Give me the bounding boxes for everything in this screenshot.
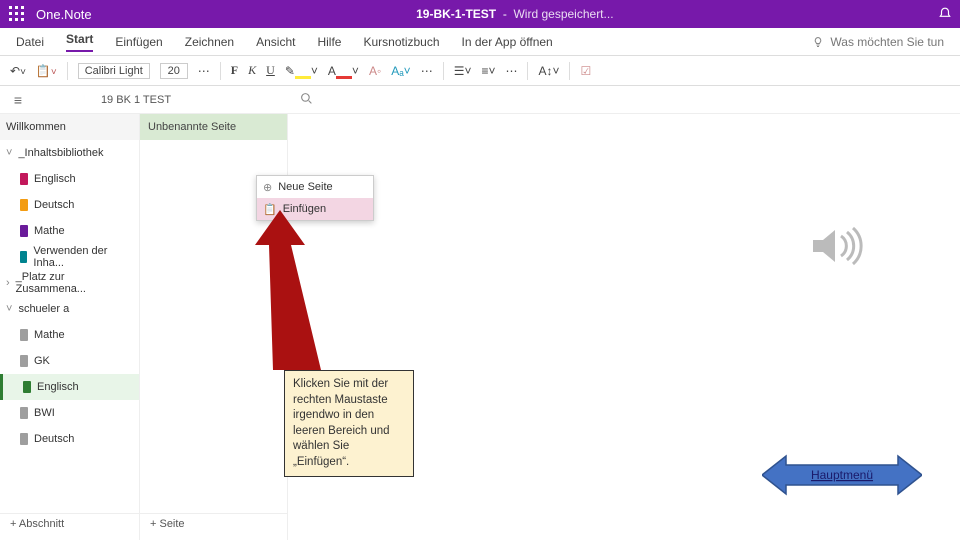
tab-view[interactable]: Ansicht: [256, 35, 295, 49]
add-page-button[interactable]: + Seite: [140, 513, 288, 534]
ctx-new-page[interactable]: ⊕ Neue Seite: [257, 176, 373, 198]
ribbon: ↶˅ 📋˅ Calibri Light 20 ⋯ F K U ✎˅ A˅ A◦ …: [0, 56, 960, 86]
save-status: Wird gespeichert...: [513, 7, 613, 21]
bullets-button[interactable]: ☰˅: [454, 64, 472, 78]
italic-button[interactable]: K: [248, 63, 256, 78]
section-student-a[interactable]: ˅schueler a: [0, 296, 139, 322]
notebook-title[interactable]: 19 BK 1 TEST: [36, 94, 236, 106]
lightbulb-icon: [812, 36, 824, 48]
annotation-arrow-icon: [255, 210, 335, 380]
plus-icon: ⊕: [263, 181, 272, 194]
app-launcher-icon[interactable]: [8, 5, 26, 23]
tab-home[interactable]: Start: [66, 32, 93, 52]
section-list: Willkommen ˅_Inhaltsbibliothek Englisch …: [0, 114, 140, 540]
text-styles-button[interactable]: Aₐ˅: [391, 64, 410, 78]
font-name[interactable]: Calibri Light: [78, 63, 150, 79]
tab-help[interactable]: Hilfe: [317, 35, 341, 49]
section-german[interactable]: Deutsch: [0, 192, 139, 218]
mainmenu-nav-button[interactable]: Hauptmenü: [762, 452, 922, 498]
app-name: One.Note: [36, 7, 92, 22]
notification-icon[interactable]: [938, 7, 952, 21]
tab-file[interactable]: Datei: [16, 35, 44, 49]
tag-button[interactable]: ☑: [580, 64, 591, 78]
section-s-english[interactable]: Englisch: [0, 374, 139, 400]
section-math[interactable]: Mathe: [0, 218, 139, 244]
search-icon: [300, 92, 313, 105]
clear-format-button[interactable]: A◦: [369, 64, 381, 78]
section-use-content[interactable]: Verwenden der Inha...: [0, 244, 139, 270]
numbering-button[interactable]: ≡˅: [481, 64, 495, 78]
section-s-bwi[interactable]: BWI: [0, 400, 139, 426]
paste-button[interactable]: 📋˅: [36, 64, 57, 78]
instruction-callout: Klicken Sie mit der rechten Maustaste ir…: [284, 370, 414, 477]
font-color-button[interactable]: A˅: [328, 64, 359, 78]
highlight-button[interactable]: ✎˅: [285, 64, 318, 78]
tab-class-notebook[interactable]: Kursnotizbuch: [363, 35, 439, 49]
font-size[interactable]: 20: [160, 63, 188, 79]
section-collab[interactable]: ›_Platz zur Zusammena...: [0, 270, 139, 296]
tab-insert[interactable]: Einfügen: [115, 35, 162, 49]
audio-icon[interactable]: [807, 222, 863, 270]
undo-button[interactable]: ↶˅: [10, 64, 26, 78]
search-button[interactable]: [236, 92, 376, 108]
section-contentlib[interactable]: ˅_Inhaltsbibliothek: [0, 140, 139, 166]
title-bar: One.Note 19-BK-1-TEST - Wird gespeichert…: [0, 0, 960, 28]
section-welcome[interactable]: Willkommen: [0, 114, 139, 140]
section-s-gk[interactable]: GK: [0, 348, 139, 374]
page-untitled[interactable]: Unbenannte Seite: [140, 114, 287, 140]
tab-open-in-app[interactable]: In der App öffnen: [462, 35, 553, 49]
tab-draw[interactable]: Zeichnen: [185, 35, 234, 49]
footer: + Abschnitt + Seite: [0, 513, 288, 534]
bold-button[interactable]: F: [231, 63, 238, 78]
tell-me[interactable]: Was möchten Sie tun: [812, 35, 944, 49]
add-section-button[interactable]: + Abschnitt: [0, 513, 140, 534]
section-english[interactable]: Englisch: [0, 166, 139, 192]
nav-toggle-icon[interactable]: ≡: [0, 92, 36, 108]
styles-button[interactable]: A↕˅: [538, 64, 559, 78]
mainmenu-label: Hauptmenü: [811, 468, 873, 482]
notebook-header: ≡ 19 BK 1 TEST: [0, 86, 960, 114]
underline-button[interactable]: U: [266, 63, 275, 78]
section-s-de[interactable]: Deutsch: [0, 426, 139, 452]
document-title: 19-BK-1-TEST: [416, 7, 496, 21]
section-s-math[interactable]: Mathe: [0, 322, 139, 348]
ribbon-tabs: Datei Start Einfügen Zeichnen Ansicht Hi…: [0, 28, 960, 56]
